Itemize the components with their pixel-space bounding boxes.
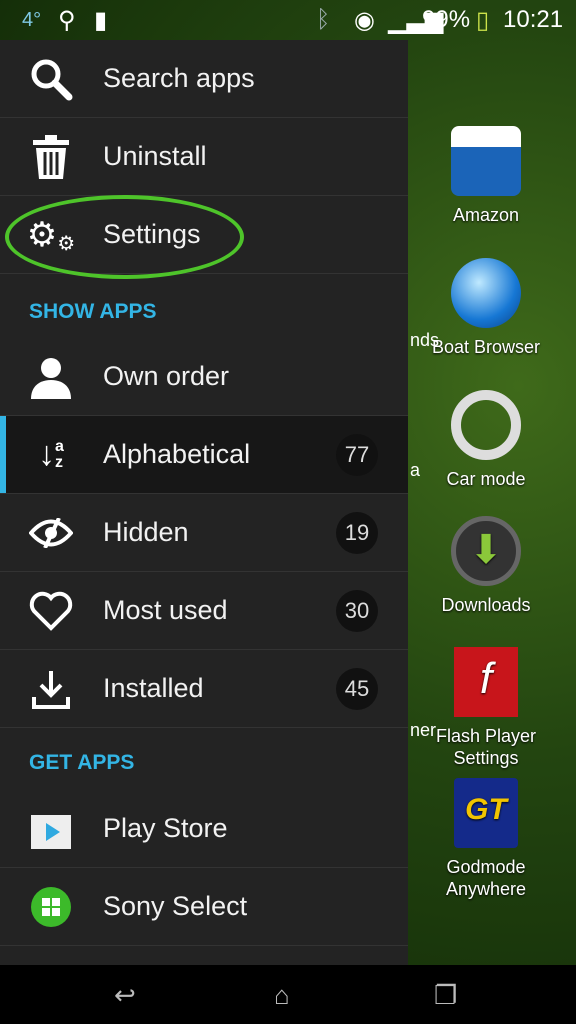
menu-label: Most used — [103, 595, 228, 625]
sony-select-icon — [28, 884, 74, 930]
menu-label: Search apps — [103, 63, 255, 93]
bluetooth-icon: ᛒ — [316, 6, 331, 33]
battery-charging-icon: ▯ — [476, 7, 490, 34]
sort-az-icon: ↓ a z — [38, 435, 64, 473]
app-label: Godmode Anywhere — [445, 857, 527, 899]
app-label: Car mode — [446, 469, 526, 489]
trash-icon — [28, 134, 74, 180]
eye-slash-icon — [28, 510, 74, 556]
recent-apps-icon[interactable]: ❐ — [434, 980, 457, 1011]
app-car-mode[interactable]: Car mode — [426, 390, 546, 490]
menu-label: Own order — [103, 361, 230, 391]
temperature: 4° — [22, 9, 42, 31]
usb-icon: ⚲ — [58, 7, 76, 34]
partial-app-label: ner — [410, 720, 437, 740]
app-downloads[interactable]: ⬇ Downloads — [426, 516, 546, 616]
boat-browser-icon — [451, 258, 521, 328]
wifi-icon: ◉ — [354, 7, 375, 34]
partial-app-label: nds — [410, 330, 440, 350]
app-godmode-anywhere[interactable]: GT Godmode Anywhere — [426, 778, 546, 900]
amazon-icon — [451, 126, 521, 196]
app-drawer-menu: Search apps Uninstall ⚙ ⚙ Settings SHOW AP… — [0, 40, 408, 965]
app-flash-player-settings[interactable]: f Flash Player Settings — [426, 647, 546, 769]
godmode-icon: GT — [454, 778, 518, 848]
menu-uninstall[interactable]: Uninstall — [0, 118, 408, 196]
menu-hidden[interactable]: Hidden 19 — [0, 494, 408, 572]
menu-own-order[interactable]: Own order — [0, 338, 408, 416]
play-store-icon — [28, 806, 74, 852]
menu-label: Sony Select — [103, 891, 248, 921]
app-boat-browser[interactable]: Boat Browser — [426, 258, 546, 358]
app-label: Amazon — [452, 205, 520, 225]
menu-sony-select[interactable]: Sony Select — [0, 868, 408, 946]
flash-icon: f — [454, 647, 518, 717]
menu-label: Installed — [103, 673, 204, 703]
download-icon — [28, 666, 74, 712]
count-badge: 19 — [336, 511, 378, 554]
menu-label: Hidden — [103, 517, 189, 547]
count-badge: 30 — [336, 589, 378, 632]
search-icon — [28, 56, 74, 102]
steering-wheel-icon — [451, 390, 521, 460]
menu-label: Alphabetical — [103, 439, 251, 469]
app-amazon[interactable]: Amazon — [426, 126, 546, 226]
partial-app-label: a — [410, 460, 421, 480]
app-label: Downloads — [441, 595, 531, 615]
settings-highlight-annotation — [5, 195, 244, 279]
app-label: Flash Player Settings — [435, 726, 537, 768]
heart-icon — [28, 588, 74, 634]
status-bar: 4° ⚲ ▮ ᛒ ◉ ▁▃▆ 99% ▯ 10:21 — [0, 0, 576, 40]
menu-label: Play Store — [103, 813, 228, 843]
menu-search-apps[interactable]: Search apps — [0, 40, 408, 118]
section-header-get-apps: GET APPS — [29, 751, 135, 774]
android-icon: ▮ — [94, 7, 108, 34]
home-icon[interactable]: ⌂ — [274, 980, 290, 1011]
menu-play-store[interactable]: Play Store — [0, 790, 408, 868]
count-badge: 45 — [336, 667, 378, 710]
battery-level: 99% — [422, 6, 471, 33]
navigation-bar: ↩ ⌂ ❐ — [0, 965, 576, 1024]
menu-alphabetical[interactable]: ↓ a z Alphabetical 77 — [0, 416, 408, 494]
section-header-show-apps: SHOW APPS — [29, 300, 157, 323]
back-icon[interactable]: ↩ — [114, 980, 136, 1011]
count-badge: 77 — [336, 433, 378, 476]
person-icon — [28, 354, 74, 400]
menu-label: Uninstall — [103, 141, 207, 171]
menu-most-used[interactable]: Most used 30 — [0, 572, 408, 650]
downloads-icon: ⬇ — [451, 516, 521, 586]
clock: 10:21 — [503, 6, 564, 33]
menu-installed[interactable]: Installed 45 — [0, 650, 408, 728]
app-label: Boat Browser — [431, 337, 541, 357]
